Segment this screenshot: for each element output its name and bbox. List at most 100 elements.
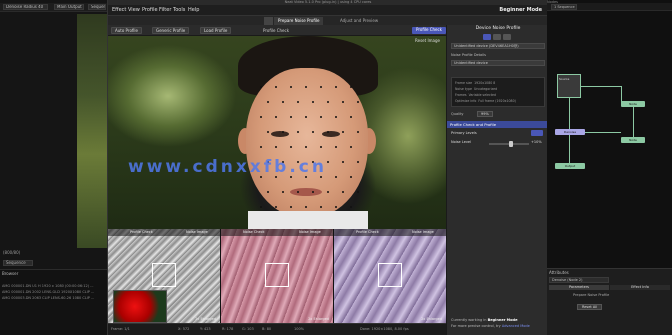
status-x: X: 572 [178,327,190,331]
zoom-preview-3[interactable]: Profile Check Noise Image 2x Enlarged [334,229,446,323]
profile-check-dot [290,146,292,148]
tab-strip: Prepare Noise Profile Adjust and Preview [108,16,548,25]
primary-levels-label: Primary Levels [451,131,477,135]
prepare-noise-profile-link[interactable]: Prepare Noise Profile [573,293,609,297]
zoom-footer: 2x Enlarged [308,317,329,321]
viewer-toolbar: Auto Profile Generic Profile Load Profil… [108,25,446,36]
tab-effect-info[interactable]: Effect Info [610,285,670,290]
profile-check-dot [260,116,262,118]
info-row: Noise type Uncategorized [455,87,498,91]
profile-check-dot [342,101,344,103]
profile-check-dot [350,86,352,88]
profile-check-dot [350,176,352,178]
host-browser-row[interactable]: AMG 000003.DN 2063 CLIP LENS-60-26 1080 … [2,296,94,300]
host-toolbar: Denoise Radius 40 Main Output Sequence [0,3,107,12]
tab-parameters[interactable]: Parameters [549,285,609,290]
zoom-selection-square[interactable] [152,263,176,287]
profile-check-dot [357,191,359,193]
attributes-panel: Attributes Denoise (Node 2) Parameters E… [547,268,672,335]
profile-check-dot [335,146,337,148]
host-dropdown-sequence[interactable]: Sequence [88,4,106,10]
profile-check-section-header[interactable]: Profile Check and Profile [447,121,549,128]
profile-check-dot [342,191,344,193]
primary-levels-toggle[interactable] [531,130,543,136]
mode-indicator[interactable]: Beginner Mode [499,7,542,13]
profile-action-icon[interactable] [503,34,511,40]
zoom-left-label: Profile Check [130,230,153,234]
node-2[interactable]: Node [621,137,645,143]
menu-help[interactable]: Help [188,7,199,13]
meta-label: Noise Profile Details [451,53,486,57]
menu-effect[interactable]: Effect [112,7,126,13]
tab-adjust-and-preview[interactable]: Adjust and Preview [336,17,382,25]
zoom-selection-square[interactable] [378,263,402,287]
host-dropdown-output[interactable]: Main Output [54,4,84,10]
auto-profile-button[interactable]: Auto Profile [111,27,142,34]
profile-check-dot [320,206,322,208]
profile-check-dot [335,206,337,208]
node-wire [569,98,570,130]
noise-level-slider-handle[interactable] [509,141,513,147]
nodes-dropdown[interactable]: 1 Sequence [551,4,577,10]
status-r: R: 178 [222,327,234,331]
menu-view[interactable]: View [128,7,140,13]
node-wire [569,135,570,163]
profile-check-dot [290,116,292,118]
profile-check-dot [335,176,337,178]
status-y: Y: 423 [200,327,211,331]
nodes-toolbar: 1 Sequence [547,3,672,11]
profile-check-button[interactable]: Profile Check [411,27,446,34]
reset-all-button[interactable]: Reset All [577,304,603,310]
info-row: Optimize info Full frame (1920x1080) [455,99,516,103]
node-wire [633,107,634,137]
main-viewer-image[interactable]: Reset Image www.cdnxxfb.cn [108,36,446,229]
zoom-left-label: Profile Check [356,230,379,234]
reset-image-button[interactable]: Reset Image [415,38,440,43]
tab-prepare-noise-profile[interactable]: Prepare Noise Profile [274,17,324,25]
node-graph-panel: Nodes 1 Sequence Node Denoise Node Outpu… [547,0,672,268]
load-profile-button[interactable]: Load Profile [200,27,232,34]
host-thumbnail [113,290,167,323]
host-browser-row[interactable]: AMG 000001.DN 2002 LENS-GLD 1920X1080 CL… [2,290,94,294]
zoom-footer: 2x Enlarged [195,317,216,321]
meta-select[interactable]: Unidentified device [451,60,545,66]
menu-filter[interactable]: Filter [159,7,171,13]
profile-check-dot [320,116,322,118]
mode-footer: Currently working in Beginner Mode For m… [451,318,530,328]
profile-check-dot [290,206,292,208]
profile-check-dots [108,36,446,229]
noise-level-value[interactable]: +10% [531,140,542,144]
status-done: Done: 1920×1080, 8.00 fps [360,327,409,331]
node-denoise[interactable]: Denoise [555,129,585,135]
advanced-mode-link[interactable]: Advanced Mode [502,324,530,328]
host-browser-row[interactable]: AMG 000001.DN U1 H 1920 x 1080 (00:00:06… [2,284,94,288]
profile-check-dot [275,116,277,118]
profile-check-dot [297,101,299,103]
profile-check-dot [260,206,262,208]
node-output[interactable]: Output [555,163,585,169]
profile-check-dot [260,146,262,148]
attributes-search[interactable]: Denoise (Node 2) [549,277,609,283]
host-browser-panel: Browser AMG 000001.DN U1 H 1920 x 1080 (… [0,269,107,335]
mode-footer-line: For more precise control, try Advanced M… [451,324,530,328]
host-dropdown-effect[interactable]: Denoise Radius 40 [3,4,48,10]
menu-tools[interactable]: Tools [173,7,185,13]
status-zoom[interactable]: 100% [294,327,304,331]
generic-profile-button[interactable]: Generic Profile [152,27,190,34]
profile-select[interactable]: Unidentified device (DEV46EA1H0@) [451,43,545,49]
profile-action-icon[interactable] [483,34,491,40]
host-mini-field[interactable]: Sequence [3,260,33,266]
status-b: B: 80 [262,327,272,331]
status-bar: Frame: 1/1 X: 572 Y: 423 R: 178 G: 103 B… [108,323,446,335]
profile-check-dot [305,116,307,118]
profile-check-dot [260,86,262,88]
beginner-mode-link[interactable]: Beginner Mode [488,318,518,322]
info-row: Frames Variable selected [455,93,496,97]
profile-action-icon[interactable] [493,34,501,40]
node-source-label: Source [559,77,570,81]
zoom-preview-1[interactable]: Profile Check Noise Image 2x Enlarged [108,229,220,323]
zoom-preview-2[interactable]: Noise Check Noise Image 2x Enlarged [221,229,333,323]
menu-profile[interactable]: Profile [142,7,158,13]
profile-check-dot [282,191,284,193]
zoom-selection-square[interactable] [265,263,289,287]
